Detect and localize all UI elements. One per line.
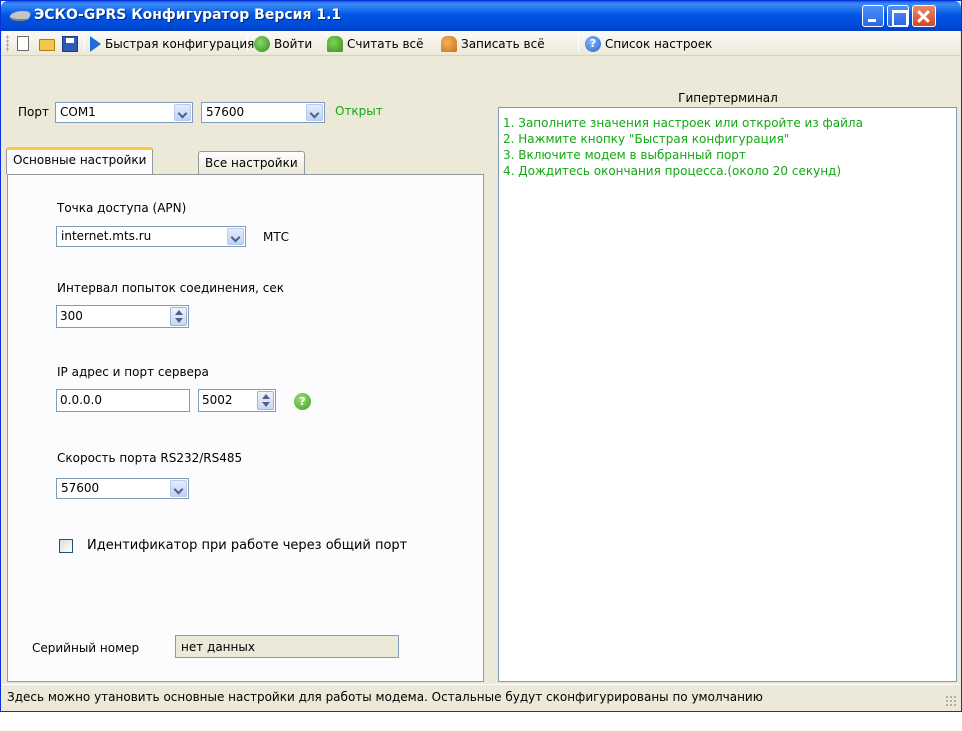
server-port-stepper[interactable]: 5002 (198, 389, 276, 412)
write-all-button[interactable]: Записать всё (441, 34, 545, 53)
read-all-button[interactable]: Считать всё (327, 34, 424, 53)
app-icon (8, 11, 32, 21)
resize-grip-icon[interactable] (945, 695, 957, 707)
apn-value: internet.mts.ru (61, 229, 152, 243)
baud-rate-value: 57600 (206, 105, 245, 119)
read-icon (327, 35, 343, 52)
tab-basic-settings-label: Основные настройки (13, 153, 147, 167)
server-port-value: 5002 (202, 393, 233, 407)
baud-rate-select[interactable]: 57600 (201, 102, 325, 123)
interval-label: Интервал попыток соединения, сек (57, 281, 284, 295)
serial-number-field: нет данных (175, 635, 399, 658)
open-file-button[interactable] (39, 34, 55, 53)
terminal-line: 3. Включите модем в выбранный порт (503, 148, 746, 162)
tab-all-settings[interactable]: Все настройки (198, 151, 305, 174)
server-ip-field[interactable]: 0.0.0.0 (56, 389, 190, 412)
terminal-line: 4. Дождитесь окончания процесса.(около 2… (503, 164, 842, 178)
serial-label: Серийный номер (32, 641, 140, 655)
floppy-disk-icon (62, 35, 78, 52)
toolbar-grip[interactable] (6, 35, 9, 52)
status-bar: Здесь можно утановить основные настройки… (2, 684, 960, 710)
read-all-label: Считать всё (347, 36, 424, 51)
interval-stepper[interactable]: 300 (56, 305, 189, 328)
settings-list-label: Список настроек (605, 36, 713, 51)
quick-config-button[interactable]: Быстрая конфигурация (90, 34, 254, 53)
rs-speed-value: 57600 (61, 481, 100, 495)
login-button[interactable]: Войти (254, 34, 312, 53)
close-button[interactable] (912, 5, 936, 27)
toolbar-separator (84, 35, 85, 52)
write-icon (441, 35, 457, 52)
quick-config-label: Быстрая конфигурация (105, 36, 255, 51)
new-file-icon (17, 36, 29, 51)
title-bar[interactable]: ЭСКО-GPRS Конфигуратор Версия 1.1 (1, 1, 961, 31)
maximize-button[interactable] (887, 5, 909, 27)
spin-arrows-icon[interactable] (170, 307, 187, 326)
identifier-label: Идентификатор при работе через общий пор… (87, 538, 408, 553)
rs-speed-select[interactable]: 57600 (56, 478, 189, 499)
interval-value: 300 (60, 309, 83, 323)
serial-number-value: нет данных (181, 640, 255, 654)
com-port-select[interactable]: COM1 (55, 102, 193, 123)
terminal-output[interactable]: 1. Заполните значения настроек или откро… (498, 107, 957, 682)
chevron-down-icon[interactable] (170, 480, 187, 497)
server-ip-value: 0.0.0.0 (60, 393, 102, 407)
app-window: ЭСКО-GPRS Конфигуратор Версия 1.1 Быстра… (0, 0, 962, 712)
below-window-area (0, 713, 962, 731)
identifier-checkbox[interactable] (59, 539, 73, 553)
toolbar: Быстрая конфигурация Войти Считать всё З… (2, 31, 960, 56)
toolbar-separator (247, 35, 248, 52)
server-help-icon[interactable]: ? (294, 393, 311, 410)
help-icon: ? (585, 35, 601, 52)
chevron-down-icon[interactable] (306, 104, 323, 121)
write-all-label: Записать всё (461, 36, 545, 51)
port-status: Открыт (335, 104, 383, 118)
terminal-title: Гипертерминал (678, 91, 778, 105)
login-icon (254, 35, 270, 52)
port-label: Порт (18, 105, 49, 119)
tab-panel (7, 174, 484, 682)
tab-basic-settings[interactable]: Основные настройки (6, 147, 154, 174)
settings-list-button[interactable]: ? Список настроек (585, 34, 712, 53)
window-title: ЭСКО-GPRS Конфигуратор Версия 1.1 (34, 7, 342, 23)
minimize-button[interactable] (862, 5, 884, 27)
chevron-down-icon[interactable] (227, 228, 244, 245)
save-file-button[interactable] (62, 34, 78, 53)
play-icon (90, 35, 101, 52)
com-port-value: COM1 (60, 105, 96, 119)
new-file-button[interactable] (15, 34, 29, 53)
folder-open-icon (39, 39, 55, 51)
server-label: IP адрес и порт сервера (57, 365, 209, 379)
apn-operator: МТС (263, 230, 290, 244)
terminal-line: 1. Заполните значения настроек или откро… (503, 116, 863, 130)
toolbar-separator (578, 35, 579, 52)
login-label: Войти (274, 36, 313, 51)
rs-speed-label: Скорость порта RS232/RS485 (57, 451, 243, 465)
tab-all-settings-label: Все настройки (205, 156, 298, 170)
status-text: Здесь можно утановить основные настройки… (7, 690, 763, 704)
apn-select[interactable]: internet.mts.ru (56, 226, 246, 247)
chevron-down-icon[interactable] (174, 104, 191, 121)
apn-label: Точка доступа (APN) (57, 201, 187, 215)
terminal-line: 2. Нажмите кнопку "Быстрая конфигурация" (503, 132, 790, 146)
spin-arrows-icon[interactable] (257, 391, 274, 410)
